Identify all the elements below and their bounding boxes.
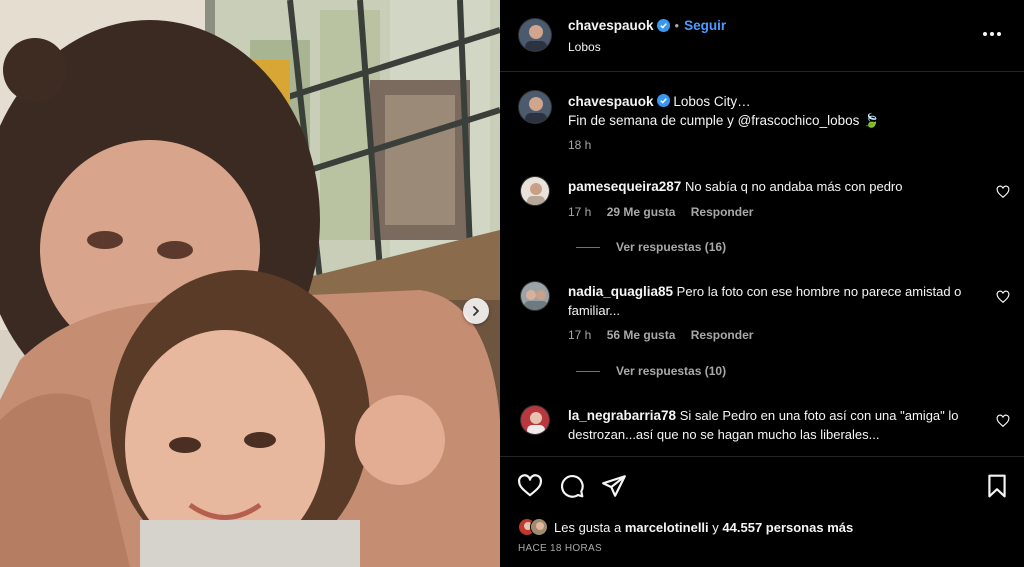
- caption-username[interactable]: chavespauok: [568, 94, 654, 109]
- post-side-panel: chavespauok • Seguir Lobos chavespauok L…: [500, 0, 1024, 567]
- leaf-emoji: 🍃: [863, 113, 880, 128]
- comment-time: 17 h: [568, 205, 592, 219]
- separator-dot: •: [674, 18, 680, 33]
- likes-prefix: Les gusta a: [554, 519, 622, 535]
- reply-button[interactable]: Responder: [691, 328, 754, 342]
- post-header: chavespauok • Seguir Lobos: [500, 0, 1024, 72]
- more-options-icon[interactable]: [980, 24, 1004, 44]
- replies-divider: [576, 370, 600, 372]
- caption-avatar[interactable]: [518, 90, 552, 124]
- follow-button[interactable]: Seguir: [684, 18, 726, 33]
- commenter-avatar[interactable]: [520, 281, 550, 311]
- likes-summary[interactable]: Les gusta a marcelotinelli y 44.557 pers…: [518, 518, 853, 536]
- caption-time: 18 h: [568, 138, 592, 152]
- author-username[interactable]: chavespauok: [568, 18, 654, 33]
- bookmark-icon[interactable]: [984, 473, 1010, 499]
- likes-count[interactable]: 44.557 personas más: [722, 520, 853, 535]
- view-replies-label: Ver respuestas (10): [616, 364, 727, 378]
- heart-icon[interactable]: [517, 473, 543, 499]
- view-replies-label: Ver respuestas (16): [616, 240, 727, 254]
- likes-text: Les gusta a marcelotinelli y 44.557 pers…: [554, 520, 853, 535]
- like-comment-heart-icon[interactable]: [996, 414, 1010, 428]
- like-comment-heart-icon[interactable]: [996, 185, 1010, 199]
- author-avatar[interactable]: [518, 18, 552, 52]
- post-photo[interactable]: [0, 0, 500, 567]
- caption-text: chavespauok Lobos City… Fin de semana de…: [568, 92, 988, 155]
- liker-avatar: [530, 518, 548, 536]
- comment-text: pamesequeira287 No sabía q no andaba más…: [568, 177, 968, 196]
- comment-text: nadia_quaglia85 Pero la foto con ese hom…: [568, 282, 968, 320]
- view-replies-button[interactable]: Ver respuestas (10): [576, 364, 726, 378]
- comment-actions: 17 h 56 Me gusta Responder: [568, 328, 765, 342]
- view-replies-button[interactable]: Ver respuestas (16): [576, 240, 726, 254]
- comment-icon[interactable]: [559, 473, 585, 499]
- verified-icon: [656, 94, 670, 107]
- like-comment-heart-icon[interactable]: [996, 290, 1010, 304]
- comment-actions: 17 h 29 Me gusta Responder: [568, 205, 765, 219]
- next-photo-button[interactable]: [463, 298, 489, 324]
- photo-image: [0, 0, 500, 567]
- likes-connector: y: [712, 519, 719, 535]
- comment-likes[interactable]: 29 Me gusta: [607, 205, 676, 219]
- commenter-username[interactable]: nadia_quaglia85: [568, 284, 673, 299]
- comment-body: No sabía q no andaba más con pedro: [684, 179, 903, 194]
- post-footer: Les gusta a marcelotinelli y 44.557 pers…: [500, 456, 1024, 567]
- likes-user[interactable]: marcelotinelli: [625, 520, 709, 535]
- verified-icon: [656, 19, 670, 32]
- caption-line-1: Lobos City…: [673, 94, 751, 109]
- chevron-right-icon: [473, 306, 479, 316]
- commenter-avatar[interactable]: [520, 176, 550, 206]
- comment-text: la_negrabarria78 Si sale Pedro en una fo…: [568, 406, 968, 444]
- share-icon[interactable]: [601, 473, 627, 499]
- caption-line-2: Fin de semana de cumple y @frascochico_l…: [568, 113, 860, 128]
- post-location[interactable]: Lobos: [568, 40, 601, 54]
- reply-button[interactable]: Responder: [691, 205, 754, 219]
- commenter-avatar[interactable]: [520, 405, 550, 435]
- post-time-ago: HACE 18 HORAS: [518, 543, 602, 554]
- comment-time: 17 h: [568, 328, 592, 342]
- comment-likes[interactable]: 56 Me gusta: [607, 328, 676, 342]
- commenter-username[interactable]: la_negrabarria78: [568, 408, 676, 423]
- commenter-username[interactable]: pamesequeira287: [568, 179, 681, 194]
- replies-divider: [576, 246, 600, 248]
